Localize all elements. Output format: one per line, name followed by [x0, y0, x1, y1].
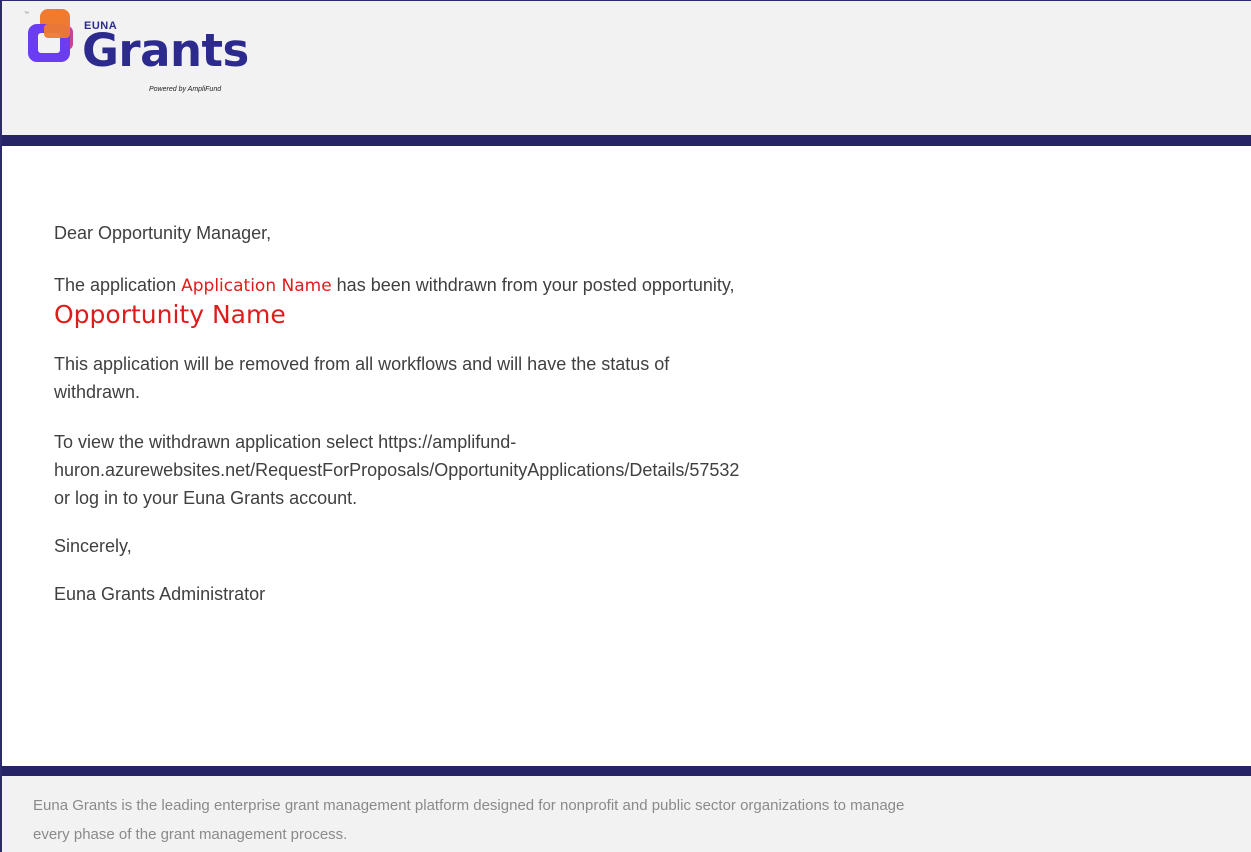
view-line-2[interactable]: huron.azurewebsites.net/RequestForPropos…	[54, 456, 1014, 484]
withdrawn-paragraph: The application Application Name has bee…	[54, 271, 1014, 330]
opportunity-name-placeholder: Opportunity Name	[54, 300, 286, 329]
signature-text: Euna Grants Administrator	[54, 584, 266, 604]
removed-paragraph: This application will be removed from al…	[54, 350, 1014, 406]
trademark-symbol: ™	[24, 11, 29, 17]
euna-logo-icon	[28, 9, 73, 62]
greeting-text: Dear Opportunity Manager,	[54, 223, 272, 243]
email-footer: Euna Grants is the leading enterprise gr…	[2, 776, 1251, 852]
header-divider	[2, 135, 1251, 146]
removed-line-1: This application will be removed from al…	[54, 354, 670, 374]
email-header: ™ EUNA Grants Powered by AmpliFund	[2, 1, 1251, 135]
footer-description: Euna Grants is the leading enterprise gr…	[33, 791, 1223, 849]
view-line-3: or log in to your Euna Grants account.	[54, 488, 358, 508]
footer-line-1: Euna Grants is the leading enterprise gr…	[33, 797, 905, 814]
closing-text: Sincerely,	[54, 536, 132, 556]
euna-grants-logo: ™ EUNA Grants Powered by AmpliFund	[22, 6, 282, 126]
footer-line-2: every phase of the grant management proc…	[33, 826, 348, 843]
application-name-placeholder: Application Name	[181, 276, 332, 296]
email-body: Dear Opportunity Manager, The applicatio…	[54, 219, 1014, 608]
email-frame: ™ EUNA Grants Powered by AmpliFund Dear …	[0, 0, 1251, 852]
brand-powered-by: Powered by AmpliFund	[149, 86, 222, 93]
brand-grants-label: Grants	[82, 24, 249, 77]
view-line-1[interactable]: To view the withdrawn application select…	[54, 428, 1014, 456]
view-paragraph: To view the withdrawn application select…	[54, 428, 1014, 512]
removed-line-2: withdrawn.	[54, 382, 141, 402]
app-prefix-text: The application	[54, 275, 177, 295]
app-suffix-text: has been withdrawn from your posted oppo…	[336, 275, 735, 295]
footer-divider	[2, 766, 1251, 776]
